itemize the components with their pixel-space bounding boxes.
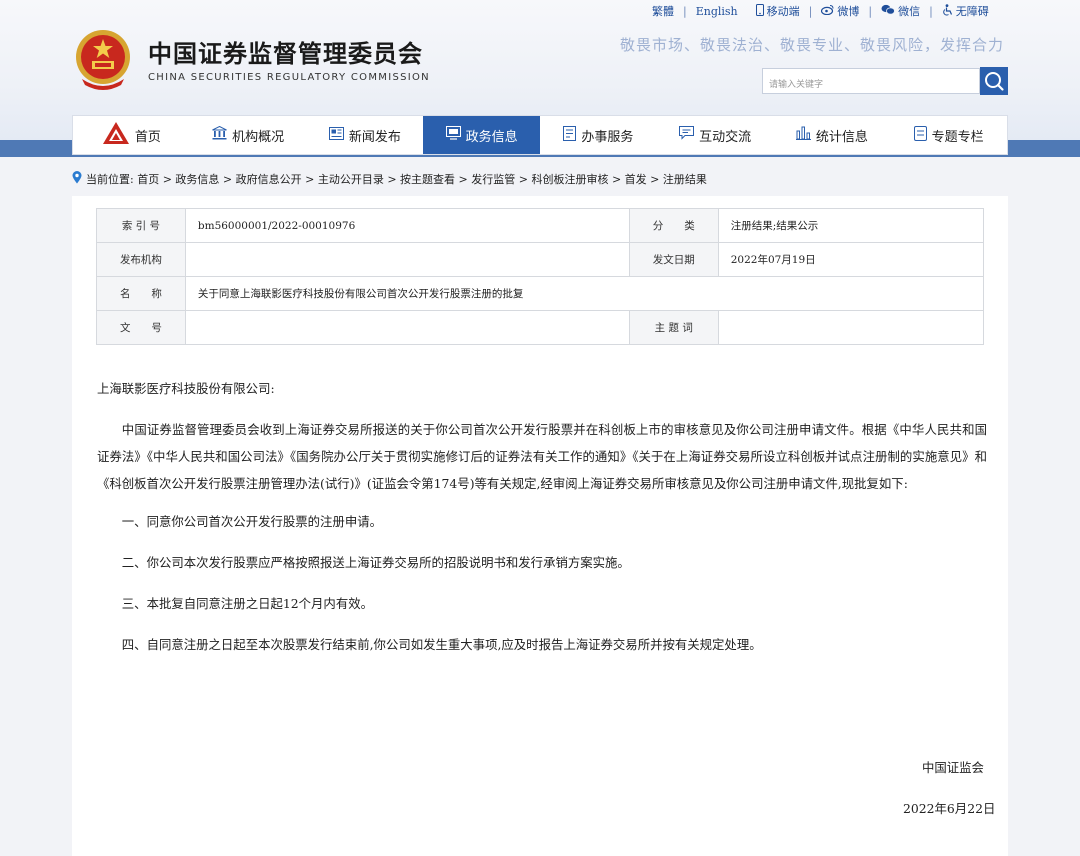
document-metadata-table: 索 引 号 bm56000001/2022-00010976 分 类 注册结果;… — [96, 208, 985, 345]
name-value: 关于同意上海联影医疗科技股份有限公司首次公开发行股票注册的批复 — [184, 276, 985, 311]
letter-body: 中国证券监督管理委员会收到上海证券交易所报送的关于你公司首次公开发行股票并在科创… — [97, 422, 987, 491]
accessibility-icon — [942, 3, 953, 19]
site-title: 中国证券监督管理委员会 — [148, 40, 423, 68]
nav-label: 办事服务 — [581, 129, 634, 145]
index-value: bm56000001/2022-00010976 — [184, 208, 630, 243]
top-links: 繁體 | English 移动端 | 微博 | 微信 | 无障碍 — [652, 3, 989, 19]
signature: 中国证监会 — [922, 760, 984, 775]
breadcrumb: 当前位置: 首页 > 政务信息 > 政府信息公开 > 主动公开目录 > 按主题查… — [72, 171, 707, 187]
english-link[interactable]: English — [696, 5, 738, 18]
table-row: 索 引 号 bm56000001/2022-00010976 分 类 注册结果;… — [96, 208, 985, 243]
nav-label: 机构概况 — [232, 129, 285, 145]
letter-item: 三、本批复自同意注册之日起12个月内有效。 — [121, 596, 373, 611]
sign-date: 2022年6月22日 — [903, 801, 996, 816]
traditional-chinese-link[interactable]: 繁體 — [652, 3, 674, 19]
letter-salutation: 上海联影医疗科技股份有限公司: — [97, 381, 275, 396]
mobile-icon — [755, 3, 764, 19]
nav-label: 新闻发布 — [348, 129, 401, 145]
divider: | — [683, 4, 687, 18]
category-label: 分 类 — [628, 208, 719, 243]
search-input[interactable]: 请输入关键字 — [762, 68, 980, 94]
wechat-icon — [881, 4, 895, 18]
nav-special-topics[interactable]: 专题专栏 — [890, 116, 1007, 154]
national-emblem-icon — [76, 30, 130, 90]
nav-organization[interactable]: 机构概况 — [190, 116, 307, 154]
nav-label: 专题专栏 — [931, 129, 984, 145]
date-value: 2022年07月19日 — [717, 242, 985, 277]
letter-item: 二、你公司本次发行股票应严格按照报送上海证券交易所的招股说明书和发行承销方案实施… — [121, 555, 630, 570]
divider: | — [808, 4, 813, 18]
nav-services[interactable]: 办事服务 — [540, 116, 657, 154]
home-logo-icon — [102, 121, 130, 149]
nav-label: 统计信息 — [815, 129, 868, 145]
site-subtitle: CHINA SECURITIES REGULATORY COMMISSION — [148, 72, 430, 83]
nav-label: 互动交流 — [699, 129, 752, 145]
publisher-label: 发布机构 — [96, 242, 186, 277]
mobile-link[interactable]: 移动端 — [767, 3, 800, 19]
divider: | — [868, 4, 873, 18]
breadcrumb-path[interactable]: 当前位置: 首页 > 政务信息 > 政府信息公开 > 主动公开目录 > 按主题查… — [86, 171, 707, 187]
weibo-link[interactable]: 微博 — [837, 3, 859, 19]
location-pin-icon — [72, 171, 82, 187]
slogan: 敬畏市场、敬畏法治、敬畏专业、敬畏风险，发挥合力 — [620, 36, 1005, 54]
letter-item: 四、自同意注册之日起至本次股票发行结束前,你公司如发生重大事项,应及时报告上海证… — [121, 637, 762, 652]
document-number-label: 文 号 — [96, 310, 186, 345]
nav-news[interactable]: 新闻发布 — [307, 116, 424, 154]
keywords-value — [717, 310, 985, 345]
publisher-value — [184, 242, 630, 277]
building-icon — [212, 125, 227, 144]
nav-statistics[interactable]: 统计信息 — [774, 116, 891, 154]
nav-label: 首页 — [134, 129, 161, 145]
document-icon — [563, 125, 577, 145]
search-icon — [985, 72, 1004, 91]
wechat-link[interactable]: 微信 — [898, 3, 920, 19]
date-label: 发文日期 — [628, 242, 719, 277]
main-nav: 首页 机构概况 新闻发布 政务信息 办事服务 互动交流 统计信息 专题专栏 — [72, 115, 1008, 155]
accessibility-link[interactable]: 无障碍 — [956, 3, 989, 19]
table-row: 名 称 关于同意上海联影医疗科技股份有限公司首次公开发行股票注册的批复 — [96, 276, 985, 311]
index-label: 索 引 号 — [96, 208, 186, 243]
divider: | — [929, 4, 933, 18]
newspaper-icon — [328, 126, 344, 144]
search-button[interactable] — [980, 67, 1008, 95]
document-number-value — [184, 310, 630, 345]
nav-home[interactable]: 首页 — [73, 116, 190, 154]
letter-item: 一、同意你公司首次公开发行股票的注册申请。 — [121, 514, 382, 529]
monitor-icon — [445, 126, 461, 144]
keywords-label: 主 题 词 — [628, 310, 719, 345]
topic-icon — [913, 125, 927, 145]
nav-interaction[interactable]: 互动交流 — [657, 116, 774, 154]
table-row: 文 号 主 题 词 — [96, 310, 985, 345]
table-row: 发布机构 发文日期 2022年07月19日 — [96, 242, 985, 277]
weibo-icon — [821, 4, 834, 18]
category-value: 注册结果;结果公示 — [717, 208, 985, 243]
chat-icon — [679, 126, 695, 144]
name-label: 名 称 — [96, 276, 186, 311]
nav-government-info[interactable]: 政务信息 — [423, 116, 540, 154]
nav-label: 政务信息 — [465, 129, 518, 145]
bar-chart-icon — [795, 126, 811, 144]
